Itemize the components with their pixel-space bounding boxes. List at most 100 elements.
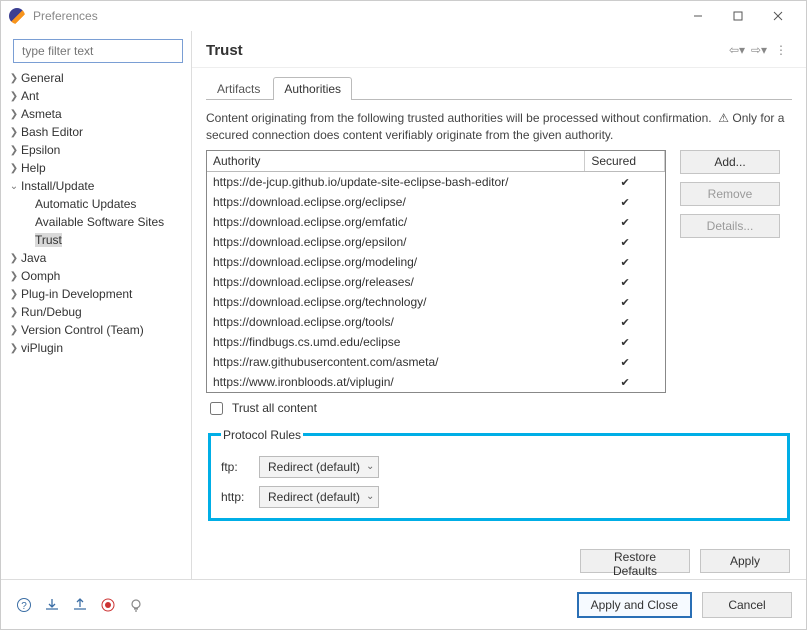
chevron-right-icon: ❯ — [7, 145, 21, 156]
tree-item-ant[interactable]: ❯Ant — [7, 87, 185, 105]
table-row[interactable]: https://download.eclipse.org/emfatic/ ✔ — [207, 212, 665, 232]
secured-cell: ✔ — [585, 312, 665, 332]
tree-item-java[interactable]: ❯Java — [7, 249, 185, 267]
chevron-right-icon: ❯ — [7, 163, 21, 174]
table-row[interactable]: https://download.eclipse.org/releases/✔ — [207, 272, 665, 292]
table-row[interactable]: https://de-jcup.github.io/update-site-ec… — [207, 172, 665, 192]
table-row[interactable]: https://download.eclipse.org/eclipse/✔ — [207, 192, 665, 212]
tree-item-general[interactable]: ❯General — [7, 69, 185, 87]
restore-defaults-button[interactable]: Restore Defaults — [580, 549, 690, 573]
apply-button[interactable]: Apply — [700, 549, 790, 573]
tree-item-plugin-dev[interactable]: ❯Plug-in Development — [7, 285, 185, 303]
tab-authorities[interactable]: Authorities — [273, 77, 352, 100]
tree-item-available-software-sites[interactable]: Available Software Sites — [7, 213, 185, 231]
chevron-down-icon[interactable]: ⌄ — [7, 181, 21, 192]
table-row[interactable]: https://download.eclipse.org/tools/✔ — [207, 312, 665, 332]
column-secured[interactable]: Secured — [585, 151, 665, 171]
titlebar: Preferences — [1, 1, 806, 31]
window-title: Preferences — [33, 9, 98, 23]
table-row[interactable]: https://www.ironbloods.at/viplugin/✔ — [207, 372, 665, 392]
import-icon[interactable] — [43, 596, 61, 614]
help-icon[interactable]: ? — [15, 596, 33, 614]
secured-cell: ✔ — [585, 252, 665, 272]
trust-all-checkbox[interactable] — [210, 402, 223, 415]
tree-item-install-update[interactable]: ⌄Install/Update — [7, 177, 185, 195]
table-row[interactable]: https://findbugs.cs.umd.edu/eclipse ✔ — [207, 332, 665, 352]
protocol-row-http: http: Redirect (default) ⌄ — [221, 486, 777, 508]
svg-text:?: ? — [21, 601, 27, 612]
cancel-button[interactable]: Cancel — [702, 592, 792, 618]
tree-item-vcs[interactable]: ❯Version Control (Team) — [7, 321, 185, 339]
trust-all-label: Trust all content — [232, 401, 317, 415]
tree-item-epsilon[interactable]: ❯Epsilon — [7, 141, 185, 159]
chevron-right-icon: ❯ — [7, 271, 21, 282]
forward-button[interactable]: ⇨▾ — [748, 41, 770, 59]
filter-box[interactable] — [13, 39, 183, 63]
protocol-select-ftp[interactable]: Redirect (default) ⌄ — [259, 456, 379, 478]
column-authority[interactable]: Authority — [207, 151, 585, 171]
table-row[interactable]: https://download.eclipse.org/epsilon/✔ — [207, 232, 665, 252]
protocol-rules-group: Protocol Rules ftp: Redirect (default) ⌄… — [208, 428, 790, 521]
preferences-window: Preferences ❯General ❯Ant ❯Asmeta ❯Bash … — [0, 0, 807, 630]
preferences-tree[interactable]: ❯General ❯Ant ❯Asmeta ❯Bash Editor ❯Epsi… — [7, 69, 185, 357]
chevron-right-icon: ❯ — [7, 253, 21, 264]
protocol-select-http[interactable]: Redirect (default) ⌄ — [259, 486, 379, 508]
add-button[interactable]: Add... — [680, 150, 780, 174]
authority-cell: https://raw.githubusercontent.com/asmeta… — [207, 352, 585, 372]
bulb-icon[interactable] — [127, 596, 145, 614]
tree-item-bash-editor[interactable]: ❯Bash Editor — [7, 123, 185, 141]
tree-item-automatic-updates[interactable]: Automatic Updates — [7, 195, 185, 213]
authority-cell: https://download.eclipse.org/modeling/ — [207, 252, 585, 272]
check-icon: ✔ — [621, 357, 630, 369]
authority-cell: https://download.eclipse.org/releases/ — [207, 272, 585, 292]
tree-item-run-debug[interactable]: ❯Run/Debug — [7, 303, 185, 321]
chevron-right-icon: ❯ — [7, 109, 21, 120]
close-button[interactable] — [758, 2, 798, 30]
filter-input[interactable] — [20, 43, 176, 59]
chevron-right-icon: ❯ — [7, 307, 21, 318]
maximize-button[interactable] — [718, 2, 758, 30]
export-icon[interactable] — [71, 596, 89, 614]
protocol-rules-title: Protocol Rules — [221, 428, 303, 442]
secured-cell: ✔ — [585, 232, 665, 252]
tree-item-help[interactable]: ❯Help — [7, 159, 185, 177]
table-row[interactable]: https://raw.githubusercontent.com/asmeta… — [207, 352, 665, 372]
tab-artifacts[interactable]: Artifacts — [206, 77, 271, 100]
authority-cell: https://download.eclipse.org/technology/ — [207, 292, 585, 312]
table-row[interactable]: https://download.eclipse.org/modeling/ ✔ — [207, 252, 665, 272]
table-row[interactable]: https://download.eclipse.org/technology/… — [207, 292, 665, 312]
secured-cell: ✔ — [585, 212, 665, 232]
dialog-footer: ? Apply and Close Cancel — [1, 579, 806, 629]
check-icon: ✔ — [621, 337, 630, 349]
check-icon: ✔ — [621, 257, 630, 269]
minimize-button[interactable] — [678, 2, 718, 30]
trust-all-row[interactable]: Trust all content — [206, 399, 792, 418]
chevron-right-icon: ❯ — [7, 289, 21, 300]
back-button[interactable]: ⇦▾ — [726, 41, 748, 59]
check-icon: ✔ — [621, 217, 630, 229]
details-button[interactable]: Details... — [680, 214, 780, 238]
chevron-down-icon: ⌄ — [366, 491, 374, 502]
secured-cell: ✔ — [585, 272, 665, 292]
authority-cell: https://de-jcup.github.io/update-site-ec… — [207, 172, 585, 192]
sidebar: ❯General ❯Ant ❯Asmeta ❯Bash Editor ❯Epsi… — [1, 31, 191, 579]
tree-item-viplugin[interactable]: ❯viPlugin — [7, 339, 185, 357]
tree-item-trust[interactable]: Trust — [7, 231, 185, 249]
remove-button[interactable]: Remove — [680, 182, 780, 206]
description-text: Content originating from the following t… — [206, 110, 792, 144]
authority-cell: https://www.ironbloods.at/viplugin/ — [207, 372, 585, 392]
menu-icon[interactable]: ⋮ — [770, 41, 792, 59]
page-header: Trust ⇦▾ ⇨▾ ⋮ — [192, 31, 806, 68]
record-icon[interactable] — [99, 596, 117, 614]
tree-item-oomph[interactable]: ❯Oomph — [7, 267, 185, 285]
tree-item-asmeta[interactable]: ❯Asmeta — [7, 105, 185, 123]
chevron-right-icon: ❯ — [7, 127, 21, 138]
apply-and-close-button[interactable]: Apply and Close — [577, 592, 692, 618]
authority-cell: https://download.eclipse.org/emfatic/ — [207, 212, 585, 232]
authority-cell: https://findbugs.cs.umd.edu/eclipse — [207, 332, 585, 352]
secured-cell: ✔ — [585, 192, 665, 212]
authority-cell: https://download.eclipse.org/epsilon/ — [207, 232, 585, 252]
check-icon: ✔ — [621, 297, 630, 309]
app-icon — [9, 8, 25, 24]
authorities-table[interactable]: Authority Secured https://de-jcup.github… — [206, 150, 666, 393]
